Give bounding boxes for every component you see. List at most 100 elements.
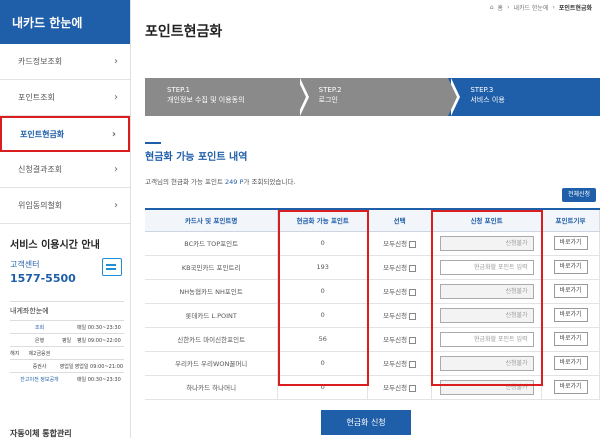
select-all-checkbox[interactable] [409,288,417,296]
request-points-cell: 현금화할 포인트 입력 [431,255,543,280]
hours-cell [10,320,20,334]
hours-cell [10,333,20,347]
available-points: 0 [277,375,369,400]
card-name: 우리카드 우리WON꿀머니 [145,351,279,376]
available-points: 0 [277,351,369,376]
home-icon[interactable]: ⌂ [490,4,494,11]
hours-cell: 증권사 [19,359,60,373]
step-2: STEP.2 로그인 [296,78,461,116]
donation-cell: 바로가기 [541,303,600,328]
table-header: 카드사 및 포인트명 현금화 가능 포인트 선택 신청 포인트 포인트기부 [145,208,600,232]
table-row: NH농협카드 NH포인트 0 모두신청 신청불가 바로가기 [145,279,600,304]
goto-button[interactable]: 바로가기 [553,260,588,274]
sidebar-item-point-cashout[interactable]: 포인트현금화 › [0,116,130,152]
breadcrumb-section[interactable]: 내카드 한눈에 [513,3,548,12]
goto-button[interactable]: 바로가기 [553,332,588,346]
description-suffix: 가 조회되었습니다. [243,178,296,186]
column-header: 신청 포인트 [431,208,543,232]
select-all-checkbox[interactable] [409,264,417,272]
column-header: 선택 [367,208,433,232]
select-all-checkbox[interactable] [409,312,417,320]
sidebar: 내카드 한눈에 카드정보조회 › 포인트조회 › 포인트현금화 › 신청결과조회… [0,0,131,438]
sidebar-footer-link[interactable]: 자동이체 통합관리 [10,428,72,438]
select-all-label: 모두신청 [383,240,408,248]
points-table: 카드사 및 포인트명 현금화 가능 포인트 선택 신청 포인트 포인트기부 BC… [145,208,600,400]
chevron-right-icon: › [114,56,118,67]
step-number: STEP.3 [470,86,494,94]
request-points-cell: 신청불가 [431,351,543,376]
breadcrumb: ⌂ 홈 › 내카드 한눈에 › 포인트현금화 [490,3,592,12]
hours-cell: 조회 [19,320,60,334]
select-all-checkbox[interactable] [409,336,417,344]
select-all-checkbox[interactable] [409,360,417,368]
card-name: 롯데카드 L.POINT [145,303,279,328]
sidebar-item-card-info[interactable]: 카드정보조회 › [0,44,130,80]
select-all-label: 모두신청 [383,264,408,272]
available-points: 193 [277,255,369,280]
sidebar-item-result-inquiry[interactable]: 신청결과조회 › [0,152,130,188]
sidebar-item-label: 위임동의철회 [18,201,63,210]
request-points-cell: 신청불가 [431,231,543,256]
select-all-label: 모두신청 [383,336,408,344]
request-points-input[interactable]: 신청불가 [439,283,534,299]
select-all-checkbox[interactable] [409,240,417,248]
step-3: STEP.3 서비스 이용 [448,78,600,116]
hours-cell: 매일 00:30~23:30 [73,372,124,386]
breadcrumb-home[interactable]: 홈 [498,3,504,12]
request-points-cell: 신청불가 [431,303,543,328]
step-progress: STEP.1 개인정보 수집 및 이용동의 STEP.2 로그인 STEP.3 … [145,78,600,116]
select-all-label: 모두신청 [383,360,408,368]
request-points-input[interactable]: 현금화할 포인트 입력 [439,331,534,347]
donation-cell: 바로가기 [541,255,600,280]
main-content: ⌂ 홈 › 내카드 한눈에 › 포인트현금화 포인트현금화 STEP.1 개인정… [131,0,600,438]
request-points-input[interactable]: 신청불가 [439,307,534,323]
goto-button[interactable]: 바로가기 [553,284,588,298]
column-header: 현금화 가능 포인트 [277,208,369,232]
hours-cell: 평일 [59,333,74,347]
card-name: 하나카드 하나머니 [145,375,279,400]
card-name: 신한카드 마이신한포인트 [145,327,279,352]
request-points-input[interactable]: 신청불가 [439,235,534,251]
request-points-input[interactable]: 신청불가 [439,379,534,395]
sidebar-item-label: 포인트현금화 [20,129,65,139]
select-all-checkbox[interactable] [409,384,417,392]
hours-cell [59,346,74,360]
hours-cell: 평일 09:00~22:00 [73,333,124,347]
select-all-cell: 모두신청 [367,279,433,304]
apply-all-button[interactable]: 전체신청 [562,188,596,202]
description-prefix: 고객님의 현금화 가능 포인트 [145,178,226,186]
request-points-cell: 신청불가 [431,279,543,304]
request-points-cell: 신청불가 [431,375,543,400]
select-all-label: 모두신청 [383,312,408,320]
sidebar-item-point-inquiry[interactable]: 포인트조회 › [0,80,130,116]
points-description: 고객님의 현금화 가능 포인트 249 P가 조회되었습니다. [145,176,295,186]
card-name: KB국민카드 포인트리 [145,255,279,280]
hours-cell [10,359,20,373]
step-number: STEP.2 [318,86,342,94]
goto-button[interactable]: 바로가기 [553,356,588,370]
section-bar [145,142,161,144]
goto-button[interactable]: 바로가기 [553,308,588,322]
goto-button[interactable]: 바로가기 [553,380,588,394]
column-header: 포인트기부 [541,208,600,232]
hours-cell: 제2금융권 [19,346,60,360]
step-label: 개인정보 수집 및 이용동의 [167,96,245,104]
hours-cell: 잔고이전 정보공개 [19,372,60,386]
chevron-right-icon: › [114,92,118,103]
chevron-right-icon: › [552,4,555,11]
donation-cell: 바로가기 [541,375,600,400]
select-all-cell: 모두신청 [367,231,433,256]
cashout-submit-button[interactable]: 현금화 신청 [321,410,411,435]
chevron-right-icon: › [114,164,118,175]
donation-cell: 바로가기 [541,327,600,352]
sidebar-item-label: 신청결과조회 [18,165,63,174]
section-title: 현금화 가능 포인트 내역 [145,152,248,163]
sidebar-item-consent-withdraw[interactable]: 위임동의철회 › [0,188,130,224]
request-points-input[interactable]: 신청불가 [439,355,534,371]
hours-cell: 영업일 09:00~21:00 [73,359,124,373]
request-points-input[interactable]: 현금화할 포인트 입력 [439,259,534,275]
donation-cell: 바로가기 [541,351,600,376]
card-name: NH농협카드 NH포인트 [145,279,279,304]
hours-cell [59,372,74,386]
goto-button[interactable]: 바로가기 [553,236,588,250]
